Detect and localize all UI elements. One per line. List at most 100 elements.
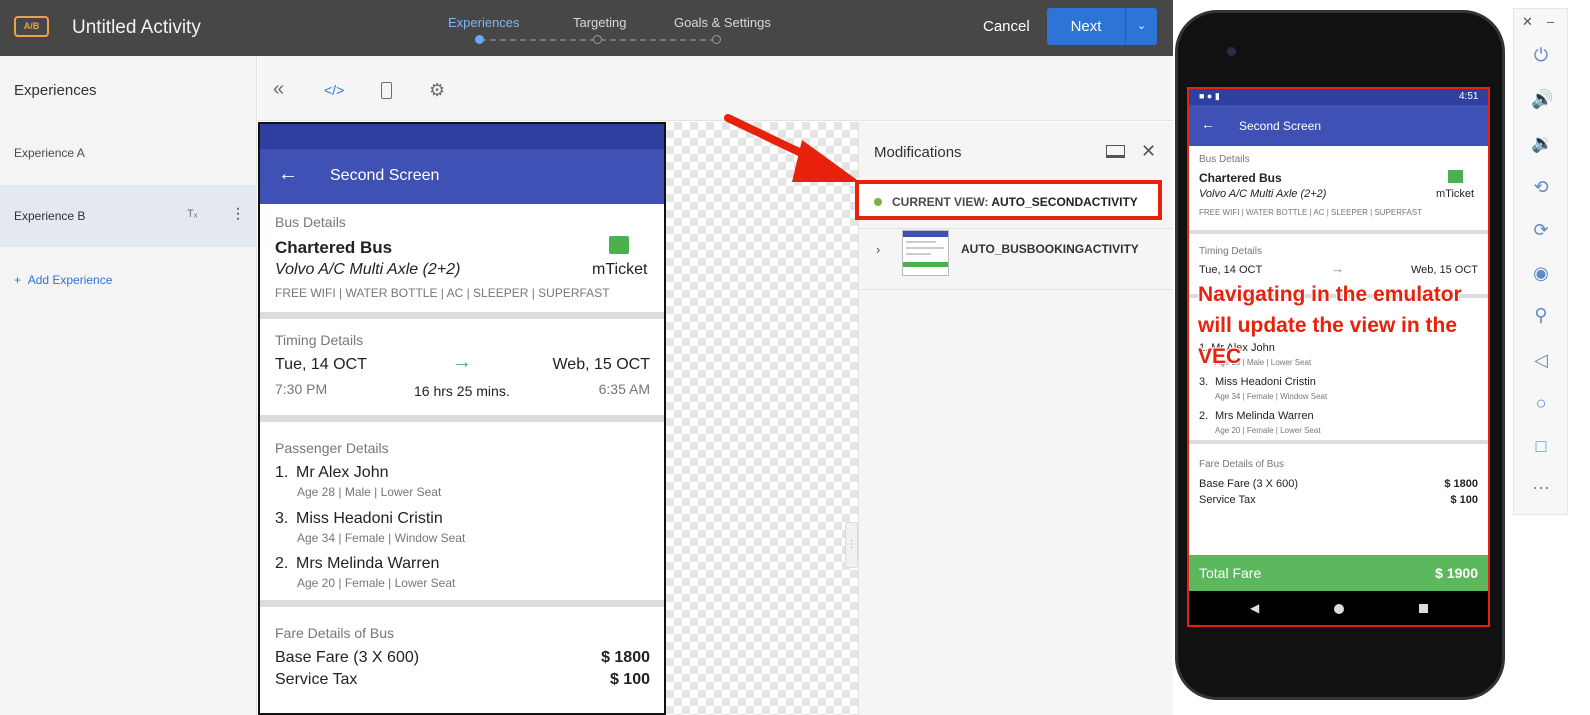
rotate-right-icon[interactable]: ⟳: [1531, 220, 1551, 241]
activity-name[interactable]: AUTO_BUSBOOKINGACTIVITY: [961, 242, 1139, 256]
back-icon[interactable]: ◁: [1531, 350, 1551, 371]
phone-bus-section: Bus Details: [1199, 154, 1250, 165]
text-format-icon[interactable]: Tₓ: [187, 208, 197, 220]
bus-section-label: Bus Details: [275, 214, 346, 230]
add-experience-label: Add Experience: [27, 273, 113, 287]
phone-departure-date: Tue, 14 OCT: [1199, 264, 1263, 276]
phone-fare-card[interactable]: Fare Details of Bus Base Fare (3 X 600) …: [1189, 444, 1488, 555]
phone-app-bar: ← Second Screen: [1189, 105, 1488, 146]
close-icon[interactable]: ✕: [1522, 14, 1533, 30]
ticket-label: mTicket: [592, 261, 648, 278]
phone-passenger-3-name: Miss Headoni Cristin: [1215, 376, 1316, 388]
departure-time: 7:30 PM: [275, 381, 328, 397]
bus-model: Volvo A/C Multi Axle (2+2): [275, 261, 461, 278]
step-dot: [593, 35, 602, 44]
phone-nav-bar: ◀: [1189, 591, 1488, 625]
thumbnail-line: [906, 247, 944, 249]
base-fare-label: Base Fare (3 X 600): [275, 649, 420, 666]
chevron-right-icon[interactable]: ›: [876, 242, 880, 257]
passenger-3-name: Miss Headoni Cristin: [296, 510, 443, 527]
service-tax-label: Service Tax: [275, 671, 358, 688]
activity-title[interactable]: Untitled Activity: [72, 17, 201, 39]
step-targeting[interactable]: Targeting: [573, 15, 626, 30]
zoom-icon[interactable]: ⚲: [1531, 305, 1551, 326]
base-fare-value: $ 1800: [601, 649, 650, 666]
total-fare-label: Total Fare: [1199, 565, 1262, 581]
device-preview[interactable]: ← Second Screen Bus Details Chartered Bu…: [258, 122, 666, 715]
arrow-right-icon: →: [452, 351, 472, 373]
arrow-right-icon: →: [1331, 261, 1344, 276]
back-arrow-icon[interactable]: ←: [278, 163, 298, 186]
more-icon[interactable]: ⋯: [1531, 478, 1551, 499]
nav-back-icon[interactable]: ◀: [1250, 601, 1259, 615]
phone-base-fare-value: $ 1800: [1444, 478, 1478, 490]
power-icon[interactable]: ⏻: [1531, 45, 1551, 66]
resize-handle[interactable]: ⋮: [845, 522, 858, 568]
thumbnail-line: [906, 241, 936, 243]
volume-down-icon[interactable]: 🔉: [1531, 133, 1553, 154]
passenger-1-name: Mr Alex John: [296, 464, 389, 481]
passenger-section-label: Passenger Details: [275, 440, 389, 456]
experience-a-item[interactable]: Experience A: [14, 146, 85, 160]
code-icon[interactable]: </>: [324, 82, 344, 98]
service-tax-value: $ 100: [609, 671, 650, 688]
red-arrow-icon: [724, 114, 860, 182]
overview-icon[interactable]: □: [1531, 436, 1551, 457]
thumbnail-header: [903, 231, 948, 237]
bus-features: FREE WIFI | WATER BOTTLE | AC | SLEEPER …: [275, 286, 610, 300]
phone-app-title: Second Screen: [1239, 119, 1322, 133]
phone-bus-features: FREE WIFI | WATER BOTTLE | AC | SLEEPER …: [1199, 208, 1423, 217]
back-arrow-icon[interactable]: ←: [1201, 116, 1215, 132]
home-icon[interactable]: ○: [1531, 393, 1551, 414]
phone-passenger-2-name: Mrs Melinda Warren: [1215, 410, 1314, 422]
step-goals-settings[interactable]: Goals & Settings: [674, 15, 771, 30]
chevron-down-icon[interactable]: ⌄: [1125, 8, 1157, 45]
volume-up-icon[interactable]: 🔊: [1531, 89, 1553, 110]
status-dot-icon: [874, 198, 882, 206]
camera-icon[interactable]: ◉: [1531, 263, 1551, 284]
divider: [858, 228, 1173, 229]
total-fare-value: $ 1900: [1435, 565, 1478, 581]
passenger-3-num: 3.: [275, 510, 289, 527]
nav-home-icon[interactable]: [1334, 604, 1344, 614]
phone-ticket-label: mTicket: [1436, 188, 1475, 200]
nav-recents-icon[interactable]: [1419, 604, 1428, 613]
phone-tax-label: Service Tax: [1199, 494, 1256, 506]
vec-toolbar: [258, 56, 1173, 121]
monitor-icon[interactable]: [1106, 145, 1125, 158]
total-fare-bar[interactable]: Total Fare $ 1900: [1189, 555, 1488, 591]
timing-details-card[interactable]: Timing Details Tue, 14 OCT → Web, 15 OCT…: [260, 319, 664, 415]
app-bar: ← Second Screen: [260, 149, 664, 204]
fare-details-card[interactable]: Fare Details of Bus Base Fare (3 X 600) …: [260, 607, 664, 713]
phone-base-fare-label: Base Fare (3 X 600): [1199, 478, 1299, 490]
device-icon[interactable]: [381, 82, 392, 99]
passenger-1-info: Age 28 | Male | Lower Seat: [297, 485, 442, 499]
bus-name: Chartered Bus: [275, 238, 393, 257]
arrival-date: Web, 15 OCT: [552, 356, 650, 373]
ab-badge: A/B: [14, 16, 49, 37]
arrival-time: 6:35 AM: [598, 381, 650, 397]
phone-passenger-3-num: 3.: [1199, 376, 1209, 388]
cancel-button[interactable]: Cancel: [983, 18, 1030, 35]
ticket-icon: [609, 236, 629, 254]
phone-bus-card[interactable]: Bus Details Chartered Bus Volvo A/C Mult…: [1189, 146, 1488, 230]
more-icon[interactable]: ⋮: [231, 205, 245, 222]
experience-b-item[interactable]: Experience B: [14, 209, 85, 223]
passenger-2-name: Mrs Melinda Warren: [296, 555, 440, 572]
phone-passenger-2-info: Age 20 | Female | Lower Seat: [1215, 426, 1321, 435]
next-button[interactable]: Next: [1047, 8, 1125, 45]
collapse-icon[interactable]: «: [273, 78, 284, 101]
minimize-icon[interactable]: –: [1547, 14, 1554, 29]
close-icon[interactable]: ✕: [1141, 141, 1156, 162]
current-view-prefix: CURRENT VIEW:: [892, 195, 989, 209]
experiences-heading: Experiences: [14, 82, 97, 99]
step-experiences[interactable]: Experiences: [448, 15, 520, 30]
add-experience-button[interactable]: + Add Experience: [14, 273, 112, 287]
bus-details-card[interactable]: Bus Details Chartered Bus Volvo A/C Mult…: [260, 204, 664, 312]
gear-icon[interactable]: ⚙: [429, 80, 445, 101]
thumbnail-footer: [903, 262, 948, 267]
passenger-details-card[interactable]: Passenger Details 1. Mr Alex John Age 28…: [260, 422, 664, 600]
phone-passenger-2-num: 2.: [1199, 410, 1209, 422]
fare-section-label: Fare Details of Bus: [275, 625, 395, 641]
rotate-left-icon[interactable]: ⟲: [1531, 177, 1551, 198]
